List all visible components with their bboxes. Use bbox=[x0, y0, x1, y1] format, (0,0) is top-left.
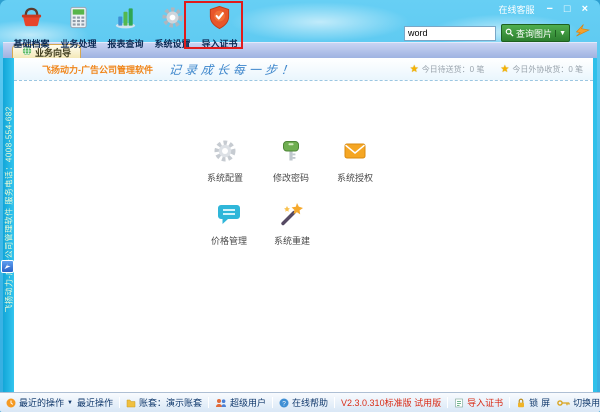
stat-deliveries: ★ 今日待送货：0 笔 bbox=[410, 64, 485, 75]
status-bar: 最近的操作 ▼ 最近操作 账套：演示账套 超级用户 ? 在线帮助 V2.3.0.… bbox=[0, 392, 600, 412]
paper-plane-icon[interactable] bbox=[575, 24, 591, 42]
calculator-icon bbox=[66, 5, 91, 35]
toolbar-item-label: 基础档案 bbox=[13, 39, 50, 49]
account-set-item[interactable]: 账套：演示账套 bbox=[126, 396, 202, 409]
toolbar-item-settings[interactable]: 系统设置 bbox=[149, 5, 196, 50]
query-image-label: 查询图片 bbox=[516, 28, 553, 39]
titlebar: 在线客服 − □ × bbox=[498, 3, 588, 16]
key-small-icon bbox=[557, 399, 570, 406]
envelope-icon bbox=[342, 143, 368, 168]
current-user-label: 超级用户 bbox=[230, 398, 267, 408]
online-service-link[interactable]: 在线客服 bbox=[498, 3, 534, 16]
daily-stats: ★ 今日待送货：0 笔 ★ 今日外协收货：0 笔 bbox=[410, 64, 583, 75]
bar-chart-icon bbox=[113, 5, 138, 35]
lock-screen-item[interactable]: 锁屏 bbox=[516, 396, 553, 409]
users-icon bbox=[216, 398, 226, 407]
divider bbox=[509, 397, 511, 408]
toolbar-item-label: 系统设置 bbox=[154, 39, 191, 49]
version-label: V2.3.0.310标准版 试用版 bbox=[341, 398, 442, 408]
maximize-button[interactable]: □ bbox=[564, 4, 571, 15]
account-set-label: 账套：演示账套 bbox=[138, 398, 202, 408]
query-image-button[interactable]: 查询图片 ▼ bbox=[501, 24, 570, 42]
messenger-icon[interactable] bbox=[1, 260, 14, 273]
shortcut-price-management[interactable]: 价格管理 bbox=[197, 201, 261, 247]
magnifier-icon bbox=[505, 28, 514, 39]
recent-operation-label: 最近操作 bbox=[76, 398, 113, 408]
chevron-down-icon: ▼ bbox=[555, 29, 566, 37]
toolbar-item-label: 报表查询 bbox=[107, 39, 144, 49]
toolbar-item-import-cert[interactable]: 导入证书 bbox=[196, 5, 243, 50]
gear-icon bbox=[212, 140, 238, 168]
recent-operations-dropdown[interactable]: 最近的操作 ▼ bbox=[6, 396, 73, 409]
shortcut-label: 系统配置 bbox=[206, 173, 243, 183]
shortcut-system-license[interactable]: 系统授权 bbox=[323, 138, 387, 184]
stat-label: 今日外协收货：0 笔 bbox=[512, 64, 583, 74]
shield-check-icon bbox=[207, 5, 232, 35]
import-cert-item[interactable]: 导入证书 bbox=[454, 396, 503, 409]
right-border-strip bbox=[593, 58, 597, 392]
lock-icon bbox=[518, 398, 525, 407]
left-banner-strip: 飞扬动力-广告公司管理软件 服务电话：4008-554-682 bbox=[3, 58, 14, 392]
toolbar-item-reports[interactable]: 报表查询 bbox=[102, 5, 149, 50]
content-header: 飞扬动力-广告公司管理软件 记录成长每一步！ ★ 今日待送货：0 笔 ★ 今日外… bbox=[14, 58, 593, 81]
cloud-decoration bbox=[230, 2, 410, 42]
divider bbox=[118, 397, 120, 408]
recent-operations-label: 最近的操作 bbox=[19, 398, 65, 408]
toolbar-item-basic-files[interactable]: 基础档案 bbox=[8, 5, 55, 50]
shortcut-system-config[interactable]: 系统配置 bbox=[193, 138, 257, 184]
app-window: 在线客服 − □ × 基础档案 业务处理 报表查询 系统设置 导入证书 word… bbox=[0, 0, 600, 412]
divider bbox=[208, 397, 209, 408]
certificate-icon bbox=[455, 398, 463, 407]
version-text: V2.3.0.310标准版 试用版 bbox=[341, 396, 441, 409]
shortcut-change-password[interactable]: 修改密码 bbox=[259, 138, 323, 184]
switch-user-item[interactable]: 切换用户 bbox=[557, 396, 600, 409]
gear-icon bbox=[160, 5, 185, 35]
clock-icon bbox=[6, 398, 16, 407]
stat-outsourced: ★ 今日外协收货：0 笔 bbox=[500, 64, 583, 75]
help-icon: ? bbox=[279, 398, 289, 407]
search-input[interactable] bbox=[404, 25, 497, 41]
chat-bubble-icon bbox=[216, 205, 242, 231]
divider bbox=[334, 397, 336, 408]
current-user-item[interactable]: 超级用户 bbox=[215, 396, 266, 409]
shortcut-label: 价格管理 bbox=[210, 236, 247, 246]
stat-label: 今日待送货：0 笔 bbox=[421, 64, 485, 74]
shortcut-label: 系统重建 bbox=[273, 236, 310, 246]
star-icon: ★ bbox=[409, 63, 419, 75]
minimize-button[interactable]: − bbox=[546, 4, 552, 15]
basket-icon bbox=[19, 5, 44, 35]
online-help-label: 在线帮助 bbox=[292, 398, 329, 408]
toolbar-item-label: 业务处理 bbox=[60, 39, 97, 49]
magic-wand-icon bbox=[279, 203, 305, 231]
shortcut-label: 系统授权 bbox=[336, 173, 373, 183]
chevron-down-icon: ▼ bbox=[67, 399, 73, 406]
search-row: 查询图片 ▼ bbox=[404, 24, 591, 42]
divider bbox=[272, 397, 274, 408]
key-icon bbox=[278, 141, 304, 168]
import-cert-label: 导入证书 bbox=[467, 398, 504, 408]
divider bbox=[447, 397, 449, 408]
toolbar-item-label: 导入证书 bbox=[201, 39, 238, 49]
main-toolbar: 基础档案 业务处理 报表查询 系统设置 导入证书 bbox=[8, 5, 243, 50]
online-help-item[interactable]: ? 在线帮助 bbox=[279, 396, 328, 409]
shortcut-label: 修改密码 bbox=[272, 173, 309, 183]
recent-operation-item[interactable]: 最近操作 bbox=[77, 396, 113, 409]
svg-text:?: ? bbox=[282, 400, 286, 407]
shortcut-system-rebuild[interactable]: 系统重建 bbox=[260, 201, 324, 247]
folder-icon bbox=[126, 399, 136, 407]
star-icon: ★ bbox=[500, 63, 510, 75]
service-phone-banner: 飞扬动力-广告公司管理软件 服务电话：4008-554-682 bbox=[4, 106, 14, 313]
switch-user-label: 切换用户 bbox=[573, 398, 600, 408]
lock-screen-label: 锁屏 bbox=[529, 398, 554, 408]
toolbar-item-business[interactable]: 业务处理 bbox=[55, 5, 102, 50]
slogan-text: 记录成长每一步！ bbox=[168, 62, 298, 77]
close-button[interactable]: × bbox=[582, 4, 588, 15]
brand-title: 飞扬动力-广告公司管理软件 bbox=[42, 64, 153, 75]
